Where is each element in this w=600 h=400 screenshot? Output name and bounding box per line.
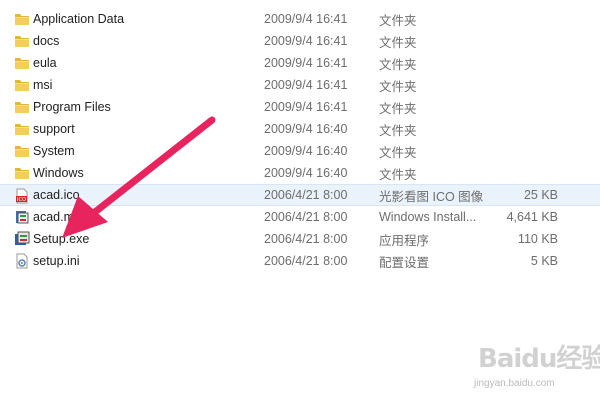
file-type: 应用程序 [379,233,430,248]
baidu-watermark: Baidu经验 jingyan.baidu.com [470,338,600,396]
file-name: Windows [33,166,84,180]
file-name: acad.msi [33,210,84,224]
file-type: 光影看图 ICO 图像 [379,189,484,204]
folder-icon [14,121,30,137]
file-row[interactable]: support 2009/9/4 16:40 文件夹 [0,118,600,140]
folder-icon [14,143,30,159]
file-date: 2009/9/4 16:40 [264,122,348,136]
file-name: acad.ico [33,188,80,202]
file-date: 2009/9/4 16:41 [264,12,348,26]
file-row[interactable]: Windows 2009/9/4 16:40 文件夹 [0,162,600,184]
file-date: 2006/4/21 8:00 [264,210,348,224]
file-date: 2009/9/4 16:41 [264,78,348,92]
file-name: Program Files [33,100,111,114]
file-row[interactable]: docs 2009/9/4 16:41 文件夹 [0,30,600,52]
file-type: 文件夹 [379,167,417,182]
file-name: setup.ini [33,254,80,268]
file-date: 2009/9/4 16:41 [264,56,348,70]
svg-text:ICO: ICO [17,197,26,203]
file-type: 文件夹 [379,101,417,116]
file-type: Windows Install... [379,210,477,224]
file-size: 4,641 KB [506,210,558,224]
file-row[interactable]: Setup.exe 2006/4/21 8:00 应用程序 110 KB [0,228,600,250]
file-date: 2006/4/21 8:00 [264,232,348,246]
file-size: 25 KB [523,188,558,202]
file-name: System [33,144,75,158]
folder-icon [14,33,30,49]
file-date: 2009/9/4 16:41 [264,34,348,48]
file-row[interactable]: msi 2009/9/4 16:41 文件夹 [0,74,600,96]
file-row[interactable]: eula 2009/9/4 16:41 文件夹 [0,52,600,74]
file-date: 2006/4/21 8:00 [264,254,348,268]
ini-file-icon [14,253,30,269]
file-type: 配置设置 [379,255,430,270]
file-type: 文件夹 [379,79,417,94]
file-row[interactable]: Application Data 2009/9/4 16:41 文件夹 [0,8,600,30]
watermark-url: jingyan.baidu.com [474,378,555,389]
folder-icon [14,165,30,181]
file-date: 2009/9/4 16:40 [264,166,348,180]
folder-icon [14,77,30,93]
file-date: 2009/9/4 16:41 [264,100,348,114]
folder-icon [14,99,30,115]
file-name: Application Data [33,12,125,26]
file-row[interactable]: ICO acad.ico 2006/4/21 8:00 光影看图 ICO 图像 25 K… [0,184,600,206]
file-name: support [33,122,75,136]
file-date: 2009/9/4 16:40 [264,144,348,158]
file-type: 文件夹 [379,13,417,28]
installer-icon [14,209,30,225]
ico-file-icon: ICO [14,188,30,204]
file-row[interactable]: Program Files 2009/9/4 16:41 文件夹 [0,96,600,118]
file-type: 文件夹 [379,123,417,138]
file-date: 2006/4/21 8:00 [264,188,348,202]
file-name: msi [33,78,53,92]
folder-icon [14,11,30,27]
file-row[interactable]: setup.ini 2006/4/21 8:00 配置设置 5 KB [0,250,600,272]
file-row[interactable]: acad.msi 2006/4/21 8:00 Windows Install...… [0,206,600,228]
file-size: 110 KB [517,232,558,246]
file-row[interactable]: System 2009/9/4 16:40 文件夹 [0,140,600,162]
file-type: 文件夹 [379,145,417,160]
file-type: 文件夹 [379,57,417,72]
folder-icon [14,55,30,71]
file-size: 5 KB [530,254,558,268]
watermark-logo: Baidu经验 [478,344,600,374]
file-name: docs [33,34,60,48]
file-type: 文件夹 [379,35,417,50]
setup-exe-icon [14,231,30,247]
file-name: Setup.exe [33,232,90,246]
file-name: eula [33,56,57,70]
